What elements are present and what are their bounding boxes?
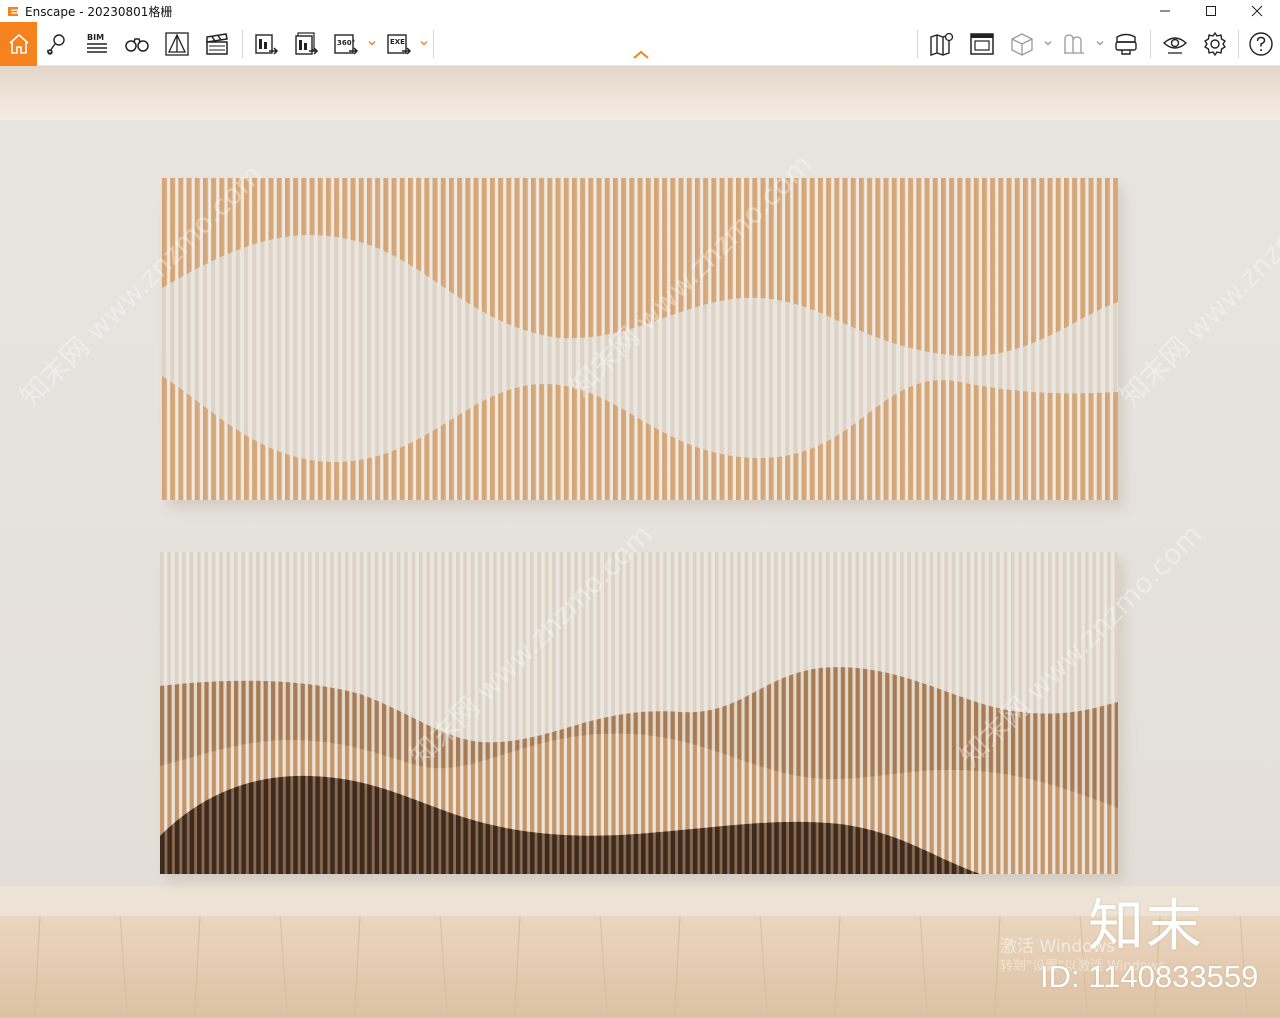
- atlas-icon: [970, 33, 994, 55]
- maximize-button[interactable]: [1188, 0, 1234, 22]
- cube-dropdown-icon[interactable]: [1044, 39, 1052, 47]
- settings-button[interactable]: [1198, 26, 1232, 62]
- bim-icon: BIM: [87, 33, 107, 53]
- batch-export-button[interactable]: [289, 26, 323, 62]
- exe-dropdown-icon[interactable]: [420, 39, 428, 47]
- window-controls: [1142, 0, 1280, 22]
- toolbar-separator: [242, 30, 243, 58]
- asset-dropdown-icon[interactable]: [1096, 39, 1104, 47]
- panorama-dropdown-icon[interactable]: [368, 39, 376, 47]
- home-icon: [8, 34, 29, 54]
- map-icon: [930, 32, 954, 56]
- toolbar-separator: [1150, 30, 1151, 58]
- batch-export-icon: [295, 32, 319, 55]
- vr-headset-button[interactable]: [1109, 26, 1143, 62]
- asset-library-icon: [1064, 34, 1084, 54]
- title-bar: Enscape - 20230801格栅: [0, 0, 1280, 22]
- brand-watermark: 知末: [1088, 894, 1204, 959]
- binoculars-button[interactable]: [120, 26, 154, 62]
- window-title: Enscape - 20230801格栅: [25, 4, 173, 19]
- toolbar-separator: [433, 30, 434, 58]
- pyramid-icon: [165, 32, 189, 56]
- settings-icon: [1204, 32, 1226, 56]
- render-export-button[interactable]: [249, 26, 283, 62]
- help-button[interactable]: [1244, 26, 1278, 62]
- svg-text:BIM: BIM: [87, 33, 104, 42]
- visual-settings-icon: [1162, 37, 1188, 54]
- render-export-icon: [255, 34, 279, 55]
- minimize-icon: [1160, 10, 1170, 12]
- views-button[interactable]: [40, 26, 74, 62]
- panorama-export-icon: 360°: [334, 34, 359, 55]
- toolbar-separator: [1238, 30, 1239, 58]
- panorama-export-button[interactable]: 360°: [329, 26, 363, 62]
- exe-export-icon: EXE: [387, 34, 412, 55]
- close-icon: [1251, 5, 1263, 17]
- chevron-up-icon[interactable]: [632, 50, 650, 60]
- asset-id-label: ID: 1140833559: [1040, 959, 1259, 994]
- binoculars-icon: [125, 38, 149, 52]
- toolbar: BIM 360° EXE: [0, 22, 1280, 66]
- home-button[interactable]: [0, 22, 37, 66]
- svg-text:EXE: EXE: [390, 38, 405, 46]
- toolbar-separator: [917, 30, 918, 58]
- svg-text:360°: 360°: [337, 39, 355, 47]
- video-editor-button[interactable]: [200, 26, 234, 62]
- map-button[interactable]: [925, 26, 959, 62]
- views-icon: [47, 34, 65, 55]
- pyramid-button[interactable]: [160, 26, 194, 62]
- asset-library-button[interactable]: [1057, 26, 1091, 62]
- minimize-button[interactable]: [1142, 0, 1188, 22]
- enscape-logo-icon: [8, 7, 18, 16]
- cube-icon: [1011, 33, 1033, 56]
- vr-headset-icon: [1115, 33, 1137, 55]
- visual-settings-button[interactable]: [1158, 26, 1192, 62]
- help-icon: [1249, 32, 1273, 56]
- bim-button[interactable]: BIM: [80, 26, 114, 62]
- exe-export-button[interactable]: EXE: [382, 26, 416, 62]
- cube-button[interactable]: [1005, 26, 1039, 62]
- render-viewport[interactable]: 知末网 www.znzmo.com 知末网 www.znzmo.com 知末网 …: [0, 66, 1280, 1018]
- close-button[interactable]: [1234, 0, 1280, 22]
- atlas-button[interactable]: [965, 26, 999, 62]
- clapperboard-icon: [206, 33, 228, 55]
- maximize-icon: [1206, 6, 1216, 16]
